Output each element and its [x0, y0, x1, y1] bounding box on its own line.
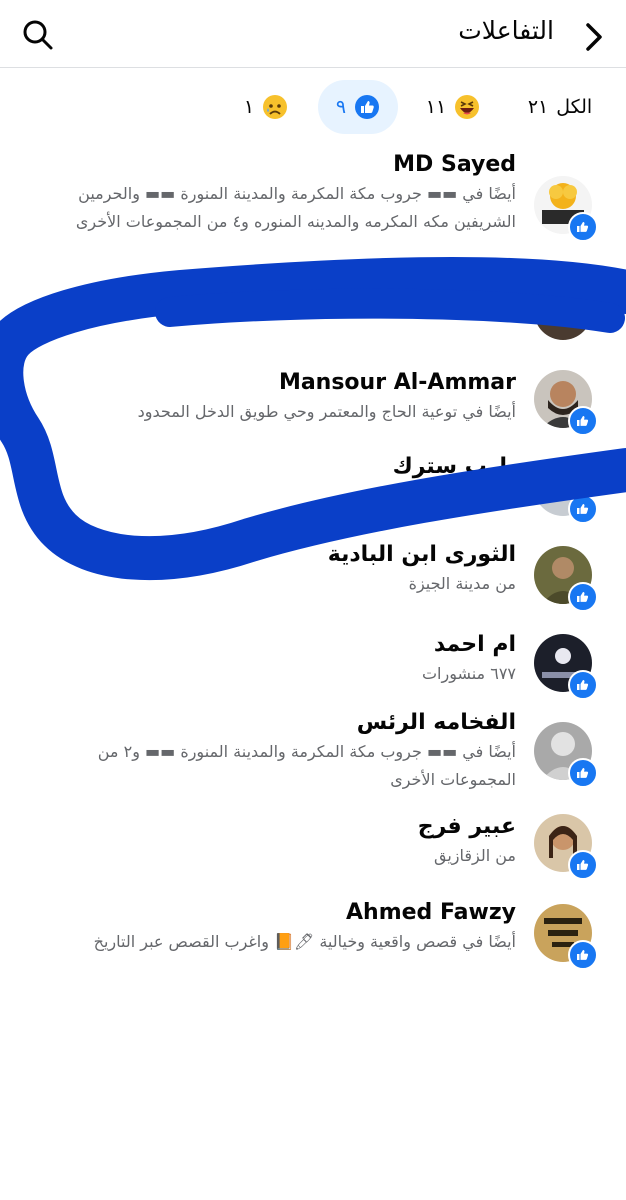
person-subtitle: من مدينة الجيزة — [408, 574, 516, 593]
list-item[interactable]: Ahmed Fawzy أيضًا في قصص واقعية وخيالية … — [0, 896, 626, 976]
list-item[interactable]: Khaled El Hagg — [0, 278, 626, 348]
list-item-text: ام احمد ٦٧٧ منشورات — [36, 630, 516, 688]
tab-like-count: ٩ — [335, 96, 347, 118]
avatar[interactable] — [534, 370, 598, 436]
list-item-text: عبير فرج من الزقازيق — [36, 812, 516, 870]
tab-all-count: ٢١ — [527, 96, 549, 118]
person-name: الفخامه الرئس — [356, 710, 516, 735]
like-badge-icon — [568, 670, 598, 700]
person-name: عبير فرج — [417, 814, 516, 839]
list-item-text: Mansour Al-Ammar أيضًا في توعية الحاج وا… — [36, 368, 516, 426]
tab-haha-count: ١١ — [425, 96, 447, 118]
avatar[interactable] — [534, 814, 598, 880]
person-subtitle: rb.strk.345633 — [397, 486, 516, 505]
avatar[interactable] — [534, 722, 598, 788]
avatar[interactable] — [534, 546, 598, 612]
list-item[interactable]: بارب سترك rb.strk.345633 — [0, 452, 626, 526]
person-name: الثورى ابن البادية — [327, 542, 516, 567]
person-subtitle: أيضًا في قصص واقعية وخيالية 🖊📙 واغرب الق… — [93, 932, 516, 951]
tab-like[interactable]: ٩ — [318, 80, 398, 134]
search-icon — [23, 20, 53, 50]
like-badge-icon — [568, 494, 598, 524]
person-subtitle: أيضًا في ▬▬ جروب مكة المكرمة والمدينة ال… — [75, 184, 516, 231]
list-item[interactable]: الثورى ابن البادية من مدينة الجيزة — [0, 538, 626, 618]
like-badge-icon — [568, 582, 598, 612]
person-name: MD Sayed — [393, 152, 516, 177]
person-subtitle: أيضًا في توعية الحاج والمعتمر وحي طويق ا… — [137, 402, 516, 421]
list-item-text: بارب سترك rb.strk.345633 — [36, 452, 516, 510]
person-name: بارب سترك — [392, 454, 516, 479]
person-name: ام احمد — [433, 632, 516, 657]
back-button[interactable] — [580, 20, 606, 54]
list-item-text: Ahmed Fawzy أيضًا في قصص واقعية وخيالية … — [36, 898, 516, 956]
list-item[interactable]: MD Sayed أيضًا في ▬▬ جروب مكة المكرمة وا… — [0, 140, 626, 270]
list-item[interactable]: Mansour Al-Ammar أيضًا في توعية الحاج وا… — [0, 360, 626, 440]
page-title: التفاعلات — [458, 16, 554, 45]
tab-all-label: الكل — [556, 96, 593, 118]
list-item[interactable]: عبير فرج من الزقازيق — [0, 812, 626, 892]
avatar[interactable] — [534, 904, 598, 970]
header: التفاعلات — [0, 0, 626, 68]
list-item[interactable]: الفخامه الرئس أيضًا في ▬▬ جروب مكة المكر… — [0, 710, 626, 814]
tab-haha[interactable]: ١١ — [418, 80, 488, 134]
like-badge-icon — [568, 212, 598, 242]
tab-all[interactable]: الكل ٢١ — [514, 80, 606, 134]
list-item-text: MD Sayed أيضًا في ▬▬ جروب مكة المكرمة وا… — [36, 150, 516, 236]
like-badge-icon — [568, 850, 598, 880]
list-item-text: الثورى ابن البادية من مدينة الجيزة — [36, 540, 516, 598]
person-name: Ahmed Fawzy — [346, 900, 516, 925]
like-badge-icon — [568, 940, 598, 970]
person-subtitle: ٦٧٧ منشورات — [421, 664, 516, 683]
list-item-text: الفخامه الرئس أيضًا في ▬▬ جروب مكة المكر… — [36, 708, 516, 794]
haha-emoji-icon — [455, 95, 480, 119]
sad-emoji-icon — [263, 95, 288, 119]
list-item-text: Khaled El Hagg — [36, 282, 516, 312]
list-item[interactable]: ام احمد ٦٧٧ منشورات — [0, 626, 626, 706]
like-reaction-icon — [355, 95, 380, 119]
avatar-image — [534, 282, 592, 340]
avatar[interactable] — [534, 176, 598, 242]
avatar[interactable] — [534, 458, 598, 524]
tab-sad[interactable]: ١ — [236, 80, 296, 134]
tab-sad-count: ١ — [243, 96, 255, 118]
chevron-right-icon — [586, 23, 602, 51]
person-name: Khaled El Hagg — [327, 284, 516, 309]
avatar[interactable] — [534, 282, 592, 340]
person-subtitle: أيضًا في ▬▬ جروب مكة المكرمة والمدينة ال… — [97, 742, 516, 789]
like-badge-icon — [568, 758, 598, 788]
like-badge-icon — [568, 406, 598, 436]
reaction-tabs: الكل ٢١ ١١ ٩ ١ — [0, 80, 626, 134]
person-subtitle: من الزقازيق — [433, 846, 516, 865]
avatar[interactable] — [534, 634, 598, 700]
search-button[interactable] — [22, 19, 54, 51]
person-name: Mansour Al-Ammar — [278, 370, 516, 395]
